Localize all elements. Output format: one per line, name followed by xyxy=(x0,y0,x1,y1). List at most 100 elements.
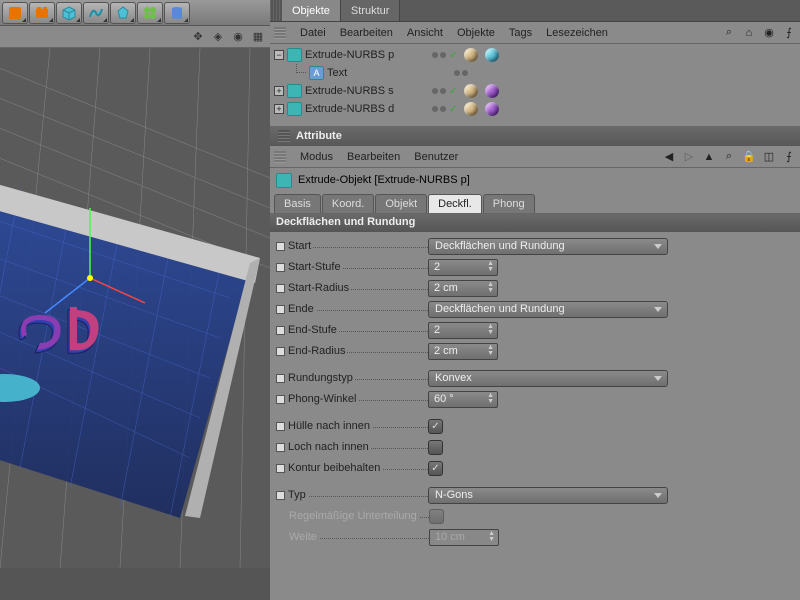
attribute-menu: Modus Bearbeiten Benutzer ◀ ▷ ▲ ⌕ 🔒 ◫ ⨍ xyxy=(270,146,800,168)
objects-tab-bar: Objekte Struktur xyxy=(270,0,800,22)
start-dropdown[interactable]: Deckflächen und Rundung xyxy=(428,238,668,255)
phong-tag-icon[interactable] xyxy=(485,102,499,116)
grip-icon xyxy=(274,27,286,39)
tab-phong[interactable]: Phong xyxy=(483,194,535,213)
tree-row[interactable]: − Extrude-NURBS p ✓ xyxy=(274,46,796,64)
forward-icon[interactable]: ▷ xyxy=(682,150,696,164)
phong-tag-icon[interactable] xyxy=(485,48,499,62)
rotate-view-icon[interactable]: ◉ xyxy=(230,29,246,45)
move-view-icon[interactable]: ✥ xyxy=(190,29,206,45)
menu-objects[interactable]: Objekte xyxy=(457,27,495,39)
array-tool[interactable] xyxy=(137,2,163,24)
menu-view[interactable]: Ansicht xyxy=(407,27,443,39)
ende-dropdown[interactable]: Deckflächen und Rundung xyxy=(428,301,668,318)
huelle-checkbox[interactable]: ✓ xyxy=(428,419,443,434)
material-tag-icon[interactable] xyxy=(464,48,478,62)
tab-koord[interactable]: Koord. xyxy=(322,194,374,213)
main-toolbar xyxy=(0,0,270,26)
anim-toggle[interactable] xyxy=(276,422,285,431)
grip-icon xyxy=(270,0,282,21)
label-ende: Ende xyxy=(288,303,428,315)
expand-icon[interactable]: + xyxy=(274,104,284,114)
rundungstyp-dropdown[interactable]: Konvex xyxy=(428,370,668,387)
visibility-check-icon[interactable]: ✓ xyxy=(449,50,457,61)
end-stufe-spinner[interactable]: 2▲▼ xyxy=(428,322,498,339)
attribute-title: Attribute xyxy=(296,130,342,142)
start-radius-spinner[interactable]: 2 cm▲▼ xyxy=(428,280,498,297)
objects-menu: Datei Bearbeiten Ansicht Objekte Tags Le… xyxy=(270,22,800,44)
function-icon[interactable]: ⨍ xyxy=(782,26,796,40)
tab-deckfl[interactable]: Deckfl. xyxy=(428,194,482,213)
typ-dropdown[interactable]: N-Gons xyxy=(428,487,668,504)
anim-toggle[interactable] xyxy=(276,443,285,452)
tab-basis[interactable]: Basis xyxy=(274,194,321,213)
perspective-viewport[interactable] xyxy=(0,48,270,600)
collapse-icon[interactable]: − xyxy=(274,50,284,60)
attribute-header: Attribute xyxy=(270,126,800,146)
up-icon[interactable]: ▲ xyxy=(702,150,716,164)
tab-objects[interactable]: Objekte xyxy=(282,0,341,21)
anim-toggle[interactable] xyxy=(276,374,285,383)
menu-edit[interactable]: Bearbeiten xyxy=(347,151,400,163)
eye-icon[interactable]: ◉ xyxy=(762,26,776,40)
tree-row[interactable]: A Text xyxy=(274,64,796,82)
tree-row[interactable]: + Extrude-NURBS d ✓ xyxy=(274,100,796,118)
anim-toggle[interactable] xyxy=(276,326,285,335)
material-tag-icon[interactable] xyxy=(464,102,478,116)
anim-toggle[interactable] xyxy=(276,263,285,272)
material-tag-icon[interactable] xyxy=(464,84,478,98)
phong-winkel-spinner[interactable]: 60 °▲▼ xyxy=(428,391,498,408)
anim-toggle[interactable] xyxy=(276,284,285,293)
anim-toggle[interactable] xyxy=(276,347,285,356)
object-tree[interactable]: − Extrude-NURBS p ✓ A Text + Extrude-NUR… xyxy=(270,44,800,126)
home-icon[interactable]: ⌂ xyxy=(742,26,756,40)
menu-user[interactable]: Benutzer xyxy=(414,151,458,163)
search-icon[interactable]: ⌕ xyxy=(722,150,736,164)
zoom-view-icon[interactable]: ◈ xyxy=(210,29,226,45)
grip-icon xyxy=(278,130,290,142)
tree-row[interactable]: + Extrude-NURBS s ✓ xyxy=(274,82,796,100)
anim-toggle[interactable] xyxy=(276,305,285,314)
spline-tool[interactable] xyxy=(83,2,109,24)
tree-label[interactable]: Extrude-NURBS p xyxy=(305,49,425,61)
tree-label[interactable]: Extrude-NURBS s xyxy=(305,85,425,97)
start-stufe-spinner[interactable]: 2▲▼ xyxy=(428,259,498,276)
expand-icon[interactable]: + xyxy=(274,86,284,96)
tab-structure[interactable]: Struktur xyxy=(341,0,401,21)
render-tool[interactable] xyxy=(29,2,55,24)
label-kontur: Kontur beibehalten xyxy=(288,462,428,474)
tree-label[interactable]: Text xyxy=(327,67,447,79)
kontur-checkbox[interactable]: ✓ xyxy=(428,461,443,476)
visibility-check-icon[interactable]: ✓ xyxy=(449,104,457,115)
lock-icon[interactable]: 🔒 xyxy=(742,150,756,164)
back-icon[interactable]: ◀ xyxy=(662,150,676,164)
end-radius-spinner[interactable]: 2 cm▲▼ xyxy=(428,343,498,360)
function-icon[interactable]: ⨍ xyxy=(782,150,796,164)
menu-file[interactable]: Datei xyxy=(300,27,326,39)
extrude-icon xyxy=(276,173,292,188)
label-start-radius: Start-Radius xyxy=(288,282,428,294)
menu-tags[interactable]: Tags xyxy=(509,27,532,39)
nurbs-tool[interactable] xyxy=(110,2,136,24)
tree-label[interactable]: Extrude-NURBS d xyxy=(305,103,425,115)
tab-objekt[interactable]: Objekt xyxy=(375,194,427,213)
search-icon[interactable]: ⌕ xyxy=(722,26,736,40)
anim-toggle[interactable] xyxy=(276,491,285,500)
new-window-icon[interactable]: ◫ xyxy=(762,150,776,164)
visibility-check-icon[interactable]: ✓ xyxy=(449,86,457,97)
viewport-toolbar: ✥ ◈ ◉ ▦ xyxy=(0,26,270,48)
deformer-tool[interactable] xyxy=(164,2,190,24)
live-select-tool[interactable] xyxy=(2,2,28,24)
cube-tool[interactable] xyxy=(56,2,82,24)
menu-mode[interactable]: Modus xyxy=(300,151,333,163)
anim-toggle[interactable] xyxy=(276,464,285,473)
menu-bookmarks[interactable]: Lesezeichen xyxy=(546,27,608,39)
label-weite: Weite xyxy=(289,531,429,543)
layout-view-icon[interactable]: ▦ xyxy=(250,29,266,45)
anim-toggle[interactable] xyxy=(276,395,285,404)
label-huelle: Hülle nach innen xyxy=(288,420,428,432)
phong-tag-icon[interactable] xyxy=(485,84,499,98)
anim-toggle[interactable] xyxy=(276,242,285,251)
loch-checkbox[interactable] xyxy=(428,440,443,455)
menu-edit[interactable]: Bearbeiten xyxy=(340,27,393,39)
